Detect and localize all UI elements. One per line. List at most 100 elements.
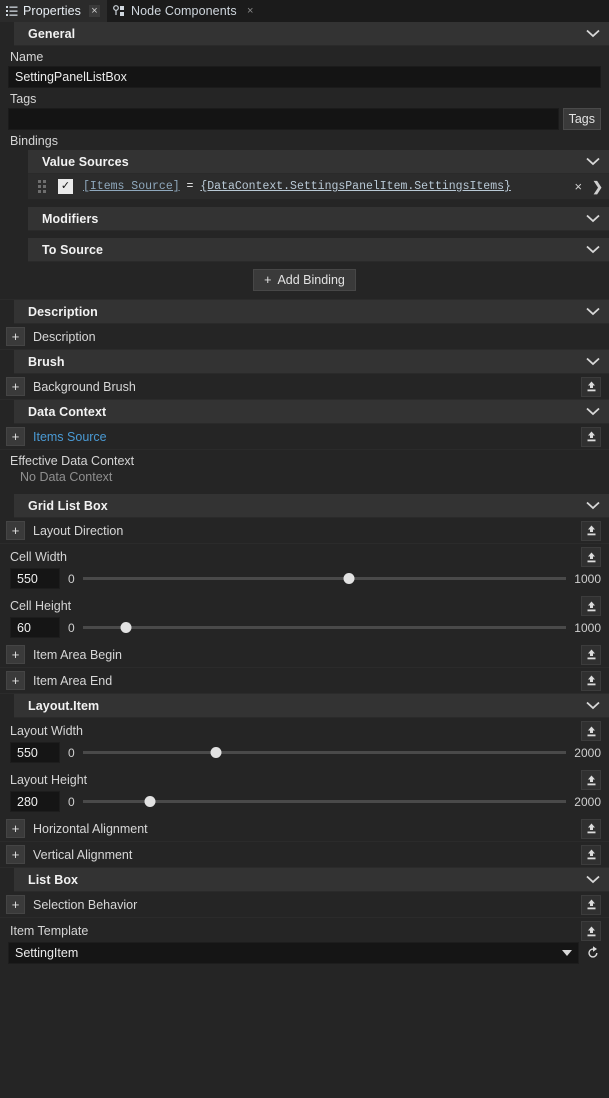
item-template-dropdown[interactable]: SettingItem bbox=[8, 942, 579, 964]
item-template-label-row: Item Template bbox=[0, 918, 609, 942]
upload-icon[interactable] bbox=[581, 377, 601, 397]
layout-width-value-input[interactable]: 550 bbox=[10, 742, 60, 763]
upload-icon[interactable] bbox=[581, 770, 601, 790]
row-horizontal-alignment[interactable]: + Horizontal Alignment bbox=[0, 816, 609, 842]
cell-width-slider[interactable] bbox=[83, 571, 567, 587]
section-title: Grid List Box bbox=[14, 499, 108, 513]
tags-row: Tags bbox=[0, 108, 609, 130]
reset-icon[interactable] bbox=[583, 943, 603, 963]
chevron-down-icon[interactable] bbox=[562, 950, 572, 956]
section-header-modifiers[interactable]: Modifiers bbox=[28, 207, 609, 231]
upload-icon[interactable] bbox=[581, 819, 601, 839]
section-header-value-sources[interactable]: Value Sources bbox=[28, 150, 609, 174]
row-item-area-end[interactable]: + Item Area End bbox=[0, 668, 609, 694]
upload-icon[interactable] bbox=[581, 671, 601, 691]
section-title: Layout.Item bbox=[14, 699, 99, 713]
section-title: Modifiers bbox=[28, 212, 98, 226]
binding-row[interactable]: ✓ [Items Source] = {DataContext.Settings… bbox=[28, 174, 609, 200]
chevron-down-icon[interactable] bbox=[586, 305, 600, 319]
chevron-down-icon[interactable] bbox=[586, 243, 600, 257]
cell-width-value-input[interactable]: 550 bbox=[10, 568, 60, 589]
tags-input[interactable] bbox=[8, 108, 559, 130]
slider-label: Cell Width bbox=[10, 550, 67, 564]
plus-icon: + bbox=[264, 273, 271, 287]
layout-height-value-input[interactable]: 280 bbox=[10, 791, 60, 812]
section-header-to-source[interactable]: To Source bbox=[28, 238, 609, 262]
section-header-brush[interactable]: Brush bbox=[14, 350, 609, 374]
cell-height-value-input[interactable]: 60 bbox=[10, 617, 60, 638]
add-binding-button[interactable]: + Add Binding bbox=[253, 269, 356, 291]
add-binding-bar: + Add Binding bbox=[0, 262, 609, 300]
binding-equals: = bbox=[180, 180, 201, 193]
row-item-area-begin[interactable]: + Item Area Begin bbox=[0, 642, 609, 668]
upload-icon[interactable] bbox=[581, 521, 601, 541]
expand-plus-icon[interactable]: + bbox=[6, 327, 25, 346]
layout-width-slider[interactable] bbox=[83, 745, 567, 761]
cell-width-slider-row: 550 0 1000 bbox=[0, 568, 609, 593]
tab-close-icon[interactable]: × bbox=[245, 5, 256, 17]
chevron-down-icon[interactable] bbox=[586, 212, 600, 226]
expand-plus-icon[interactable]: + bbox=[6, 819, 25, 838]
expand-plus-icon[interactable]: + bbox=[6, 671, 25, 690]
binding-remove-icon[interactable]: × bbox=[575, 179, 583, 194]
chevron-down-icon[interactable] bbox=[586, 873, 600, 887]
tab-close-icon[interactable]: × bbox=[89, 5, 100, 17]
upload-icon[interactable] bbox=[581, 721, 601, 741]
slider-thumb[interactable] bbox=[343, 573, 354, 584]
name-input[interactable]: SettingPanelListBox bbox=[8, 66, 601, 88]
upload-icon[interactable] bbox=[581, 427, 601, 447]
chevron-down-icon[interactable] bbox=[586, 155, 600, 169]
tags-button[interactable]: Tags bbox=[563, 108, 601, 130]
slider-track bbox=[83, 626, 567, 629]
layout-height-slider[interactable] bbox=[83, 794, 567, 810]
expand-plus-icon[interactable]: + bbox=[6, 845, 25, 864]
binding-value: {DataContext.SettingsPanelItem.SettingsI… bbox=[200, 180, 511, 193]
upload-icon[interactable] bbox=[581, 895, 601, 915]
chevron-down-icon[interactable] bbox=[586, 27, 600, 41]
slider-thumb[interactable] bbox=[210, 747, 221, 758]
row-layout-direction[interactable]: + Layout Direction bbox=[0, 518, 609, 544]
chevron-down-icon[interactable] bbox=[586, 499, 600, 513]
expand-plus-icon[interactable]: + bbox=[6, 645, 25, 664]
row-vertical-alignment[interactable]: + Vertical Alignment bbox=[0, 842, 609, 868]
expand-plus-icon[interactable]: + bbox=[6, 377, 25, 396]
tab-properties[interactable]: Properties × bbox=[0, 0, 107, 22]
expand-plus-icon[interactable]: + bbox=[6, 521, 25, 540]
section-header-general[interactable]: General bbox=[14, 22, 609, 46]
upload-icon[interactable] bbox=[581, 547, 601, 567]
cell-height-slider[interactable] bbox=[83, 620, 567, 636]
row-items-source[interactable]: + Items Source bbox=[0, 424, 609, 450]
row-label: Description bbox=[33, 330, 96, 344]
section-header-layout-item[interactable]: Layout.Item bbox=[14, 694, 609, 718]
slider-thumb[interactable] bbox=[145, 796, 156, 807]
section-header-list-box[interactable]: List Box bbox=[14, 868, 609, 892]
expand-plus-icon[interactable]: + bbox=[6, 895, 25, 914]
list-icon bbox=[6, 5, 18, 17]
upload-icon[interactable] bbox=[581, 596, 601, 616]
binding-expand-icon[interactable]: ❯ bbox=[592, 179, 603, 195]
row-description[interactable]: + Description bbox=[0, 324, 609, 350]
slider-label: Layout Height bbox=[10, 773, 87, 787]
cell-height-label-row: Cell Height bbox=[0, 593, 609, 617]
slider-thumb[interactable] bbox=[121, 622, 132, 633]
drag-handle-icon[interactable] bbox=[38, 180, 50, 194]
slider-max-label: 1000 bbox=[574, 572, 601, 586]
tab-label: Node Components bbox=[131, 4, 237, 18]
chevron-down-icon[interactable] bbox=[586, 405, 600, 419]
binding-enabled-checkbox[interactable]: ✓ bbox=[58, 179, 73, 194]
section-header-description[interactable]: Description bbox=[14, 300, 609, 324]
chevron-down-icon[interactable] bbox=[586, 355, 600, 369]
tab-node-components[interactable]: Node Components × bbox=[107, 0, 263, 22]
upload-icon[interactable] bbox=[581, 845, 601, 865]
row-label[interactable]: Items Source bbox=[33, 430, 107, 444]
expand-plus-icon[interactable]: + bbox=[6, 427, 25, 446]
upload-icon[interactable] bbox=[581, 645, 601, 665]
upload-icon[interactable] bbox=[581, 921, 601, 941]
row-selection-behavior[interactable]: + Selection Behavior bbox=[0, 892, 609, 918]
row-background-brush[interactable]: + Background Brush bbox=[0, 374, 609, 400]
chevron-down-icon[interactable] bbox=[586, 699, 600, 713]
slider-min-label: 0 bbox=[68, 621, 75, 635]
section-header-grid-list-box[interactable]: Grid List Box bbox=[14, 494, 609, 518]
section-header-data-context[interactable]: Data Context bbox=[14, 400, 609, 424]
item-template-value: SettingItem bbox=[15, 946, 562, 960]
